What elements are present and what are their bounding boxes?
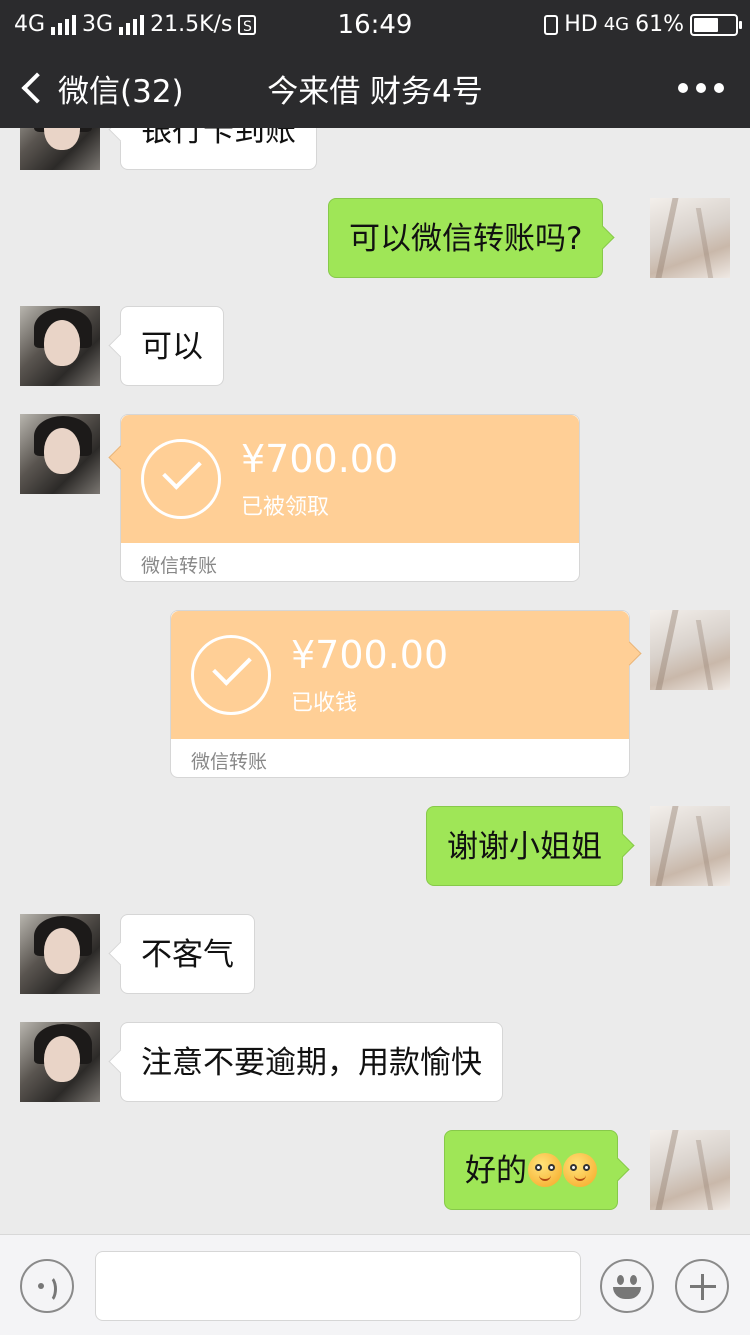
avatar[interactable] (650, 1130, 730, 1210)
vibrate-icon (544, 14, 559, 35)
transfer-footer: 微信转账 (141, 555, 218, 577)
transfer-footer: 微信转账 (191, 751, 268, 773)
more-dots-icon[interactable] (678, 70, 724, 106)
check-circle-icon (141, 439, 221, 519)
avatar[interactable] (650, 806, 730, 886)
hd-label: HD (564, 12, 598, 37)
voice-icon[interactable] (20, 1259, 74, 1313)
transfer-status: 已收钱 (291, 691, 358, 716)
message-bubble[interactable]: 谢谢小姐姐 (426, 806, 623, 886)
avatar[interactable] (20, 90, 100, 170)
message-bubble[interactable]: 可以微信转账吗? (328, 198, 604, 278)
nav-bar: 微信(32) 今来借 财务4号 (0, 50, 750, 128)
message-bubble[interactable]: 注意不要逾期，用款愉快 (120, 1022, 503, 1102)
avatar[interactable] (20, 914, 100, 994)
message-text: 好的 (465, 1153, 527, 1189)
grin-emoji-icon (563, 1153, 597, 1187)
transfer-card[interactable]: ¥700.00 已收钱 微信转账 (170, 610, 630, 778)
avatar[interactable] (650, 198, 730, 278)
message-bubble[interactable]: 可以 (120, 306, 224, 386)
status-bar: 4G 3G 21.5K/s S 16:49 HD 4G 61% (0, 0, 750, 50)
message-input[interactable] (95, 1251, 581, 1321)
message-bubble[interactable]: 好的 (444, 1130, 618, 1210)
avatar[interactable] (20, 306, 100, 386)
transfer-card[interactable]: ¥700.00 已被领取 微信转账 (120, 414, 580, 582)
chat-title: 今来借 财务4号 (267, 74, 483, 110)
emoji-icon[interactable] (600, 1259, 654, 1313)
message-bubble[interactable]: 不客气 (120, 914, 255, 994)
avatar[interactable] (20, 414, 100, 494)
input-bar (0, 1234, 750, 1335)
check-circle-icon (191, 635, 271, 715)
network-type-3: 4G (603, 14, 630, 35)
grin-emoji-icon (528, 1153, 562, 1187)
avatar[interactable] (20, 1022, 100, 1102)
plus-icon[interactable] (675, 1259, 729, 1313)
avatar[interactable] (650, 610, 730, 690)
transfer-amount: ¥700.00 (241, 437, 399, 481)
battery-icon (690, 13, 742, 36)
transfer-amount: ¥700.00 (291, 633, 449, 677)
status-right: HD 4G 61% (544, 12, 742, 37)
battery-percent: 61% (635, 12, 684, 37)
message-bubble[interactable]: 银行卡到账 (120, 90, 317, 170)
transfer-status: 已被领取 (241, 495, 330, 520)
